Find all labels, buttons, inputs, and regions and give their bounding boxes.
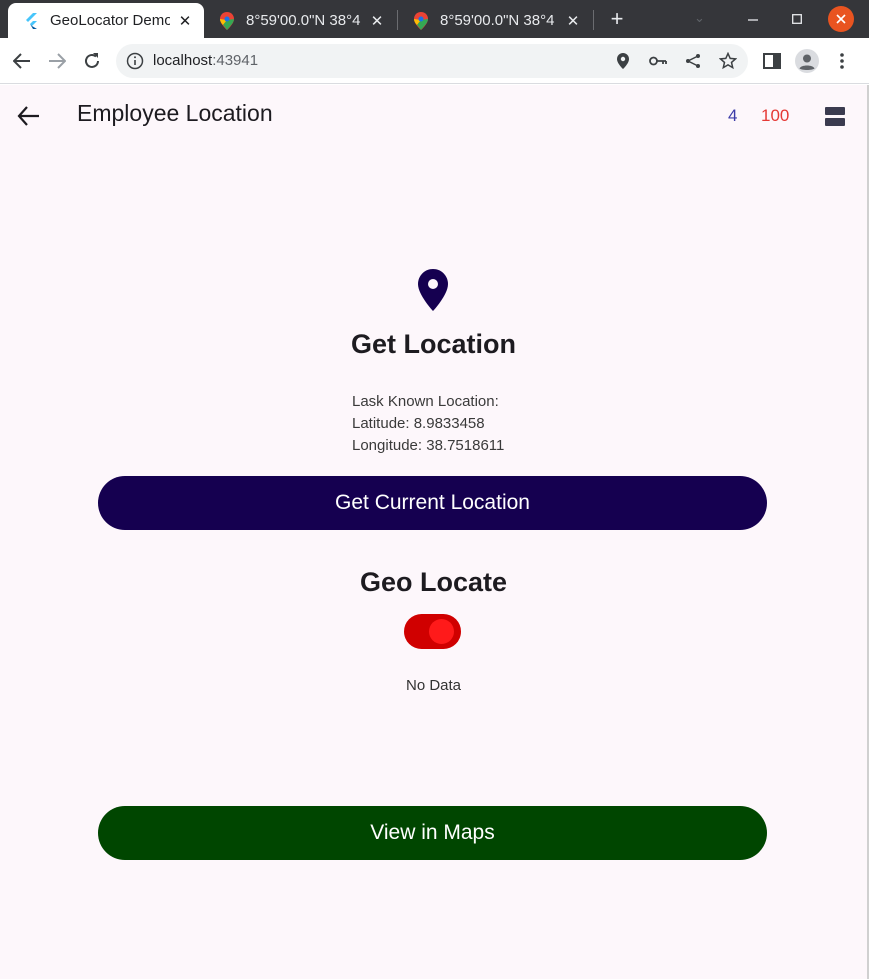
close-tab-icon[interactable]: ✕ — [564, 12, 582, 30]
geo-locate-heading: Geo Locate — [359, 567, 508, 597]
view-in-maps-button[interactable]: View in Maps — [98, 806, 767, 860]
site-info-icon[interactable] — [126, 52, 144, 70]
back-icon[interactable] — [10, 49, 34, 73]
close-tab-icon[interactable]: ✕ — [368, 12, 386, 30]
longitude-text: Longitude: 38.7518611 — [352, 437, 505, 454]
tab-geolocator-demo[interactable]: GeoLocator Demo ✕ — [8, 3, 204, 38]
key-icon[interactable] — [648, 51, 668, 71]
count-primary: 4 — [728, 106, 738, 125]
list-view-icon[interactable] — [825, 107, 845, 127]
maximize-icon[interactable] — [784, 6, 810, 32]
browser-menu-icon[interactable] — [830, 49, 854, 73]
google-maps-pin-icon — [218, 11, 236, 30]
google-maps-pin-icon — [412, 11, 430, 30]
location-pin-icon — [417, 268, 449, 312]
tab-separator — [593, 10, 594, 30]
address-bar[interactable]: localhost:43941 — [116, 44, 748, 78]
new-tab-icon[interactable]: + — [605, 6, 629, 31]
app-page: Employee Location 4 100 Get Location Las… — [0, 85, 867, 979]
side-panel-icon[interactable] — [760, 49, 784, 73]
count-secondary: 100 — [761, 106, 790, 125]
minimize-icon[interactable] — [740, 6, 766, 32]
get-location-heading: Get Location — [350, 329, 516, 359]
latitude-text: Latitude: 8.9833458 — [352, 415, 485, 432]
url-text: localhost:43941 — [153, 52, 258, 69]
profile-avatar-icon[interactable] — [795, 49, 819, 73]
last-known-heading: Lask Known Location: — [352, 393, 499, 410]
browser-tab-strip: GeoLocator Demo ✕ 8°59'00.0"N 38°4 ✕ 8°5… — [0, 0, 869, 38]
close-tab-icon[interactable]: ✕ — [176, 12, 194, 30]
status-text: No Data — [405, 677, 462, 694]
tab-title: 8°59'00.0"N 38°4 — [440, 12, 555, 29]
get-current-location-button[interactable]: Get Current Location — [98, 476, 767, 530]
tab-title: 8°59'00.0"N 38°4 — [246, 12, 361, 29]
tab-title: GeoLocator Demo — [50, 12, 170, 29]
geo-locate-toggle[interactable] — [404, 614, 461, 649]
reload-icon[interactable] — [80, 49, 104, 73]
url-host: localhost — [153, 52, 213, 69]
app-back-icon[interactable] — [16, 103, 42, 129]
forward-icon[interactable] — [45, 49, 69, 73]
url-port: :43941 — [212, 52, 259, 69]
tab-maps-1[interactable]: 8°59'00.0"N 38°4 ✕ — [204, 3, 396, 38]
last-known-location: Lask Known Location: Latitude: 8.9833458… — [352, 391, 504, 457]
flutter-icon — [22, 12, 40, 30]
browser-toolbar: localhost:43941 — [0, 38, 869, 84]
location-pin-icon[interactable] — [613, 51, 633, 71]
close-window-icon[interactable] — [828, 6, 854, 32]
bookmark-star-icon[interactable] — [718, 51, 738, 71]
page-title: Employee Location — [77, 100, 273, 126]
tab-maps-2[interactable]: 8°59'00.0"N 38°4 ✕ — [398, 3, 592, 38]
share-icon[interactable] — [683, 51, 703, 71]
toggle-knob — [429, 619, 454, 644]
tab-search-chevron-icon[interactable]: ⌄ — [694, 10, 705, 26]
